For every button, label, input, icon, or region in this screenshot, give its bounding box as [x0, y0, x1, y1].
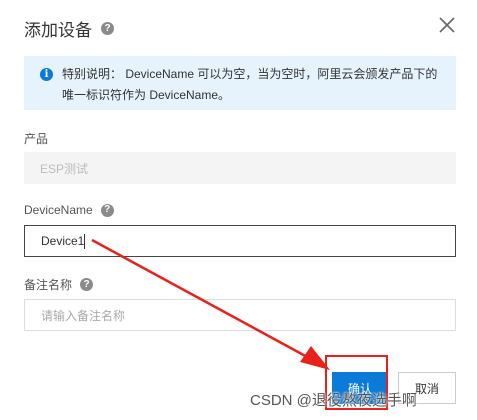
remark-placeholder: 请输入备注名称	[41, 308, 126, 323]
remark-label: 备注名称 ?	[24, 276, 94, 293]
help-icon[interactable]: ?	[100, 203, 114, 217]
info-icon: i	[40, 68, 53, 81]
remark-label-text: 备注名称	[24, 278, 73, 292]
help-icon[interactable]: ?	[101, 22, 114, 35]
product-label: 产品	[24, 130, 48, 147]
product-field: ESP测试	[24, 152, 456, 184]
cancel-label: 取消	[414, 381, 439, 396]
device-name-value: Device1	[41, 234, 85, 248]
device-name-label-text: DeviceName	[24, 203, 93, 217]
dialog-title-text: 添加设备	[24, 21, 92, 40]
close-icon	[439, 17, 455, 33]
text-caret	[84, 233, 86, 249]
product-label-text: 产品	[24, 132, 49, 146]
remark-input[interactable]: 请输入备注名称	[24, 299, 456, 331]
device-name-label: DeviceName ?	[24, 203, 114, 217]
product-value: ESP测试	[40, 161, 89, 176]
help-icon[interactable]: ?	[80, 278, 94, 291]
dialog-title: 添加设备 ?	[24, 16, 114, 41]
close-button[interactable]	[436, 14, 458, 36]
device-name-input[interactable]: Device1	[24, 225, 456, 257]
watermark: CSDN @退役熬夜选手啊	[250, 392, 417, 409]
notice-text: 特别说明： DeviceName 可以为空，当为空时，阿里云会颁发产品下的唯一标…	[62, 67, 438, 102]
notice-banner: i 特别说明： DeviceName 可以为空，当为空时，阿里云会颁发产品下的唯…	[24, 56, 456, 110]
